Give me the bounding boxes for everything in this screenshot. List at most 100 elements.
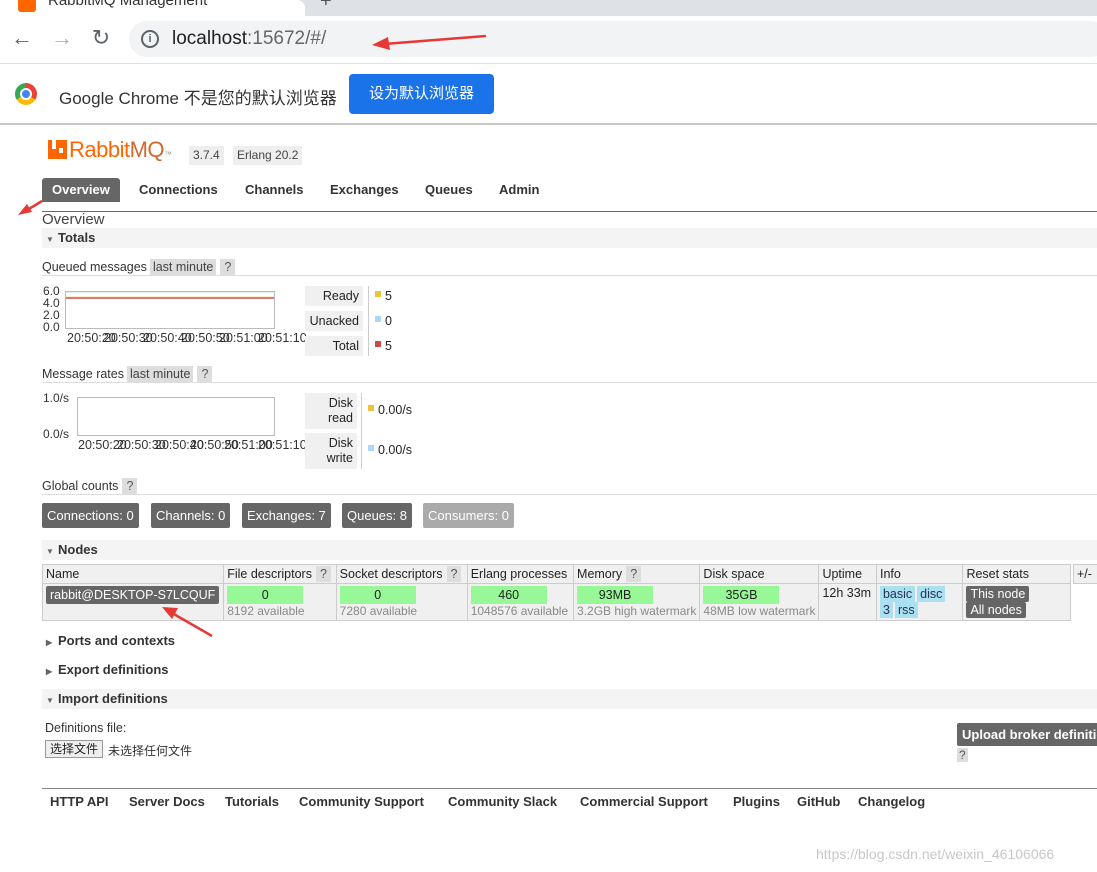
rates-ytick-1: 0.0/s	[43, 427, 70, 441]
url-text[interactable]: localhost:15672/#/	[172, 28, 326, 50]
info-tag-disc[interactable]: disc	[917, 586, 946, 602]
footer-http-api[interactable]: HTTP API	[50, 794, 109, 809]
disk-value: 35GB	[703, 586, 780, 604]
upload-definitions-button[interactable]: Upload broker definitions	[957, 723, 1097, 746]
disk-read-rate: 0.00/s	[378, 403, 413, 417]
reset-all-nodes-button[interactable]: All nodes	[966, 602, 1026, 618]
queues-count-button[interactable]: Queues: 8	[342, 503, 412, 528]
consumers-count-button[interactable]: Consumers: 0	[423, 503, 514, 528]
fd-available: 8192 available	[227, 604, 305, 618]
expand-triangle-icon: ▶	[46, 667, 53, 676]
global-counts-title: Global counts	[42, 479, 119, 493]
nodes-section-header[interactable]: ▼ Nodes	[42, 540, 1097, 560]
total-count: 5	[385, 339, 392, 353]
upload-help-button[interactable]: ?	[957, 748, 968, 762]
info-tag-count[interactable]: 3	[879, 602, 893, 618]
reset-this-node-button[interactable]: This node	[966, 586, 1030, 602]
footer-server-docs[interactable]: Server Docs	[129, 794, 205, 809]
col-reset-stats: Reset stats	[962, 564, 1071, 584]
col-erlang-processes: Erlang processes	[466, 564, 575, 584]
queued-chart-plot	[66, 292, 274, 299]
tab-connections[interactable]: Connections	[139, 178, 218, 202]
memory-help-button[interactable]: ?	[626, 566, 642, 582]
rabbitmq-version: 3.7.4	[189, 146, 224, 165]
reload-icon[interactable]: ↻	[88, 25, 114, 51]
collapse-triangle-icon: ▼	[46, 235, 54, 244]
totals-section-header[interactable]: ▼ Totals	[42, 228, 1097, 248]
ep-cell: 460 1048576 available	[466, 583, 575, 621]
nav-divider	[42, 211, 1097, 212]
new-tab-button[interactable]: +	[320, 0, 332, 13]
footer-changelog[interactable]: Changelog	[858, 794, 925, 809]
sd-cell: 0 7280 available	[335, 583, 468, 621]
footer-github[interactable]: GitHub	[797, 794, 840, 809]
rates-help-button[interactable]: ?	[197, 366, 213, 382]
tab-channels[interactable]: Channels	[245, 178, 304, 202]
legend-disk-write-label: Disk write	[305, 433, 357, 469]
connections-count-button[interactable]: Connections: 0	[42, 503, 139, 528]
legend-disk-read-label: Disk read	[305, 393, 357, 429]
definitions-file-label: Definitions file:	[45, 721, 127, 735]
url-path: :15672/#/	[247, 28, 327, 49]
totals-heading: Totals	[58, 230, 96, 245]
footer-tutorials[interactable]: Tutorials	[225, 794, 279, 809]
total-swatch-icon	[375, 341, 381, 347]
nodes-heading: Nodes	[58, 542, 98, 557]
col-name: Name	[41, 564, 225, 584]
sd-value: 0	[339, 586, 416, 604]
choose-file-button[interactable]: 选择文件	[45, 740, 104, 758]
ports-section-header[interactable]: ▶ Ports and contexts	[42, 631, 1097, 651]
fd-help-button[interactable]: ?	[315, 566, 331, 582]
tab-exchanges[interactable]: Exchanges	[330, 178, 399, 202]
export-heading: Export definitions	[58, 662, 169, 677]
queued-help-button[interactable]: ?	[220, 259, 236, 275]
memory-cell: 93MB 3.2GB high watermark	[573, 583, 701, 621]
tab-admin[interactable]: Admin	[499, 178, 539, 202]
footer-community-slack[interactable]: Community Slack	[448, 794, 557, 809]
rates-range-selector[interactable]: last minute	[126, 366, 194, 382]
queued-messages-title: Queued messages	[42, 260, 147, 274]
browser-tab[interactable]: RabbitMQ Management	[0, 0, 305, 16]
browser-tabstrip: RabbitMQ Management +	[0, 0, 1097, 16]
forward-arrow-icon[interactable]: →	[49, 25, 75, 51]
queued-messages-chart	[65, 291, 275, 329]
legend-unacked-label: Unacked	[305, 311, 363, 331]
rates-xtick-5: 20:51:10	[258, 438, 307, 452]
global-counts-help-button[interactable]: ?	[122, 478, 138, 494]
rates-ytick-0: 1.0/s	[43, 391, 70, 405]
uptime-value: 12h 33m	[822, 586, 872, 600]
global-counts-divider	[42, 494, 1097, 495]
channels-count-button[interactable]: Channels: 0	[151, 503, 231, 528]
ep-value: 460	[470, 586, 547, 604]
expand-triangle-icon: ▶	[46, 638, 53, 647]
legend-divider	[368, 286, 369, 356]
queued-range-selector[interactable]: last minute	[149, 259, 217, 275]
table-row: rabbit@DESKTOP-S7LCQUF 0 8192 available 0…	[41, 583, 1071, 621]
node-name-link[interactable]: rabbit@DESKTOP-S7LCQUF	[46, 586, 220, 604]
info-tag-basic[interactable]: basic	[879, 586, 916, 602]
disk-watermark: 48MB low watermark	[703, 604, 816, 618]
set-default-browser-button[interactable]: 设为默认浏览器	[349, 74, 494, 114]
address-bar[interactable]: i localhost:15672/#/	[129, 21, 1097, 57]
csdn-watermark: https://blog.csdn.net/weixin_46106066	[816, 846, 1055, 862]
logo-text-mq: MQ	[129, 137, 165, 162]
footer-community-support[interactable]: Community Support	[299, 794, 424, 809]
footer-plugins[interactable]: Plugins	[733, 794, 780, 809]
import-section-header[interactable]: ▼ Import definitions	[42, 689, 1097, 709]
site-info-icon[interactable]: i	[141, 30, 159, 48]
sd-help-button[interactable]: ?	[446, 566, 462, 582]
fd-cell: 0 8192 available	[223, 583, 337, 621]
footer-commercial-support[interactable]: Commercial Support	[580, 794, 708, 809]
message-rates-label: Message rates last minute?	[42, 366, 213, 382]
disk-write-line2: write	[326, 451, 353, 465]
info-tag-rss[interactable]: rss	[894, 602, 918, 618]
columns-toggle-button[interactable]: +/-	[1073, 564, 1097, 584]
export-section-header[interactable]: ▶ Export definitions	[42, 660, 1097, 680]
back-arrow-icon[interactable]: ←	[9, 25, 35, 51]
queued-messages-label: Queued messages last minute?	[42, 259, 236, 275]
exchanges-count-button[interactable]: Exchanges: 7	[242, 503, 331, 528]
logo-text-rabbit: Rabbit	[69, 137, 130, 162]
chrome-logo-icon	[15, 83, 37, 105]
tab-queues[interactable]: Queues	[425, 178, 473, 202]
tab-overview[interactable]: Overview	[42, 178, 120, 202]
